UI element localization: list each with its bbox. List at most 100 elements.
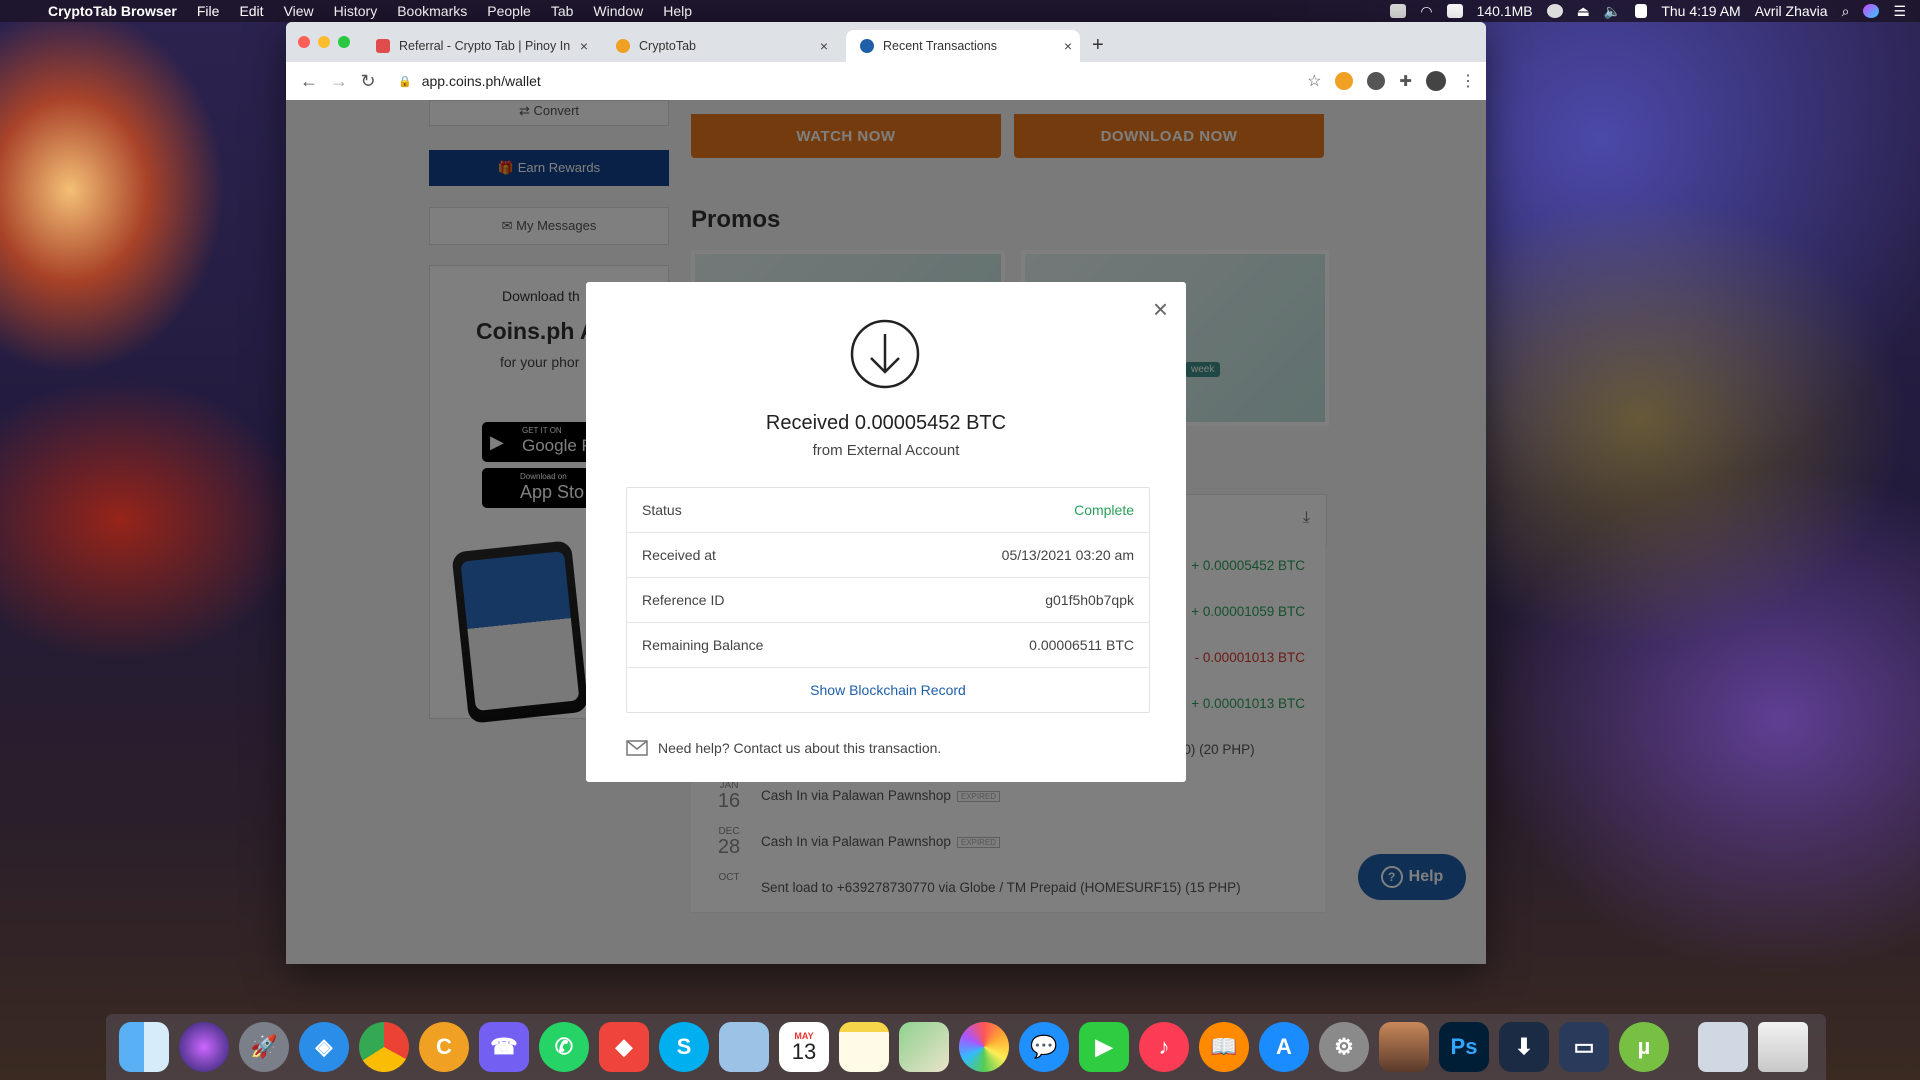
modal-subtitle: from External Account (812, 442, 960, 459)
detail-label: Remaining Balance (642, 637, 764, 653)
window-controls (298, 36, 350, 48)
detail-row-remaining-balance: Remaining Balance 0.00006511 BTC (627, 623, 1149, 668)
lock-icon: 🔒 (398, 75, 412, 88)
whatsapp-icon[interactable]: ✆ (539, 1022, 589, 1072)
messages-icon[interactable]: 💬 (1019, 1022, 1069, 1072)
wifi-icon[interactable]: ◠ (1420, 3, 1432, 20)
details-table: Status Complete Received at 05/13/2021 0… (626, 487, 1150, 713)
forward-icon[interactable]: → (330, 71, 348, 92)
extension-icon[interactable] (1367, 72, 1386, 90)
menu-tab[interactable]: Tab (541, 3, 584, 19)
menu-edit[interactable]: Edit (229, 3, 273, 19)
volume-icon[interactable]: 🔈 (1604, 3, 1621, 20)
books-icon[interactable]: 📖 (1199, 1022, 1249, 1072)
dock: 🚀 ◈ C ☎ ✆ ◆ S MAY 13 💬 ▶ ♪ 📖 A ⚙ Ps ⬇ ▭ … (106, 1014, 1826, 1080)
bookmark-star-icon[interactable]: ☆ (1307, 71, 1321, 91)
clock[interactable]: Thu 4:19 AM (1661, 3, 1740, 19)
menu-history[interactable]: History (324, 3, 388, 19)
launchpad-icon[interactable]: 🚀 (239, 1022, 289, 1072)
app-menu[interactable]: CryptoTab Browser (38, 3, 187, 19)
menu-people[interactable]: People (477, 3, 541, 19)
downloads-icon[interactable] (1698, 1022, 1748, 1072)
spotlight-icon[interactable]: ⌕ (1842, 3, 1850, 20)
detail-label: Reference ID (642, 592, 725, 608)
detail-value: 0.00006511 BTC (1029, 637, 1134, 653)
profile-avatar-icon[interactable] (1426, 71, 1446, 91)
close-modal-icon[interactable]: × (1153, 294, 1168, 325)
chrome-icon[interactable] (359, 1022, 409, 1072)
close-tab-icon[interactable]: × (820, 38, 836, 54)
browser-menu-icon[interactable]: ⋮ (1460, 71, 1476, 91)
photos-icon[interactable] (959, 1022, 1009, 1072)
cryptotab-icon[interactable]: C (419, 1022, 469, 1072)
user-name[interactable]: Avril Zhavia (1755, 3, 1828, 19)
detail-row-received-at: Received at 05/13/2021 03:20 am (627, 533, 1149, 578)
music-icon[interactable]: ♪ (1139, 1022, 1189, 1072)
menu-bar: CryptoTab Browser File Edit View History… (0, 0, 1920, 22)
browser-toolbar: ← → ↻ 🔒 app.coins.ph/wallet ☆ ✚ ⋮ (286, 62, 1486, 100)
notification-center-icon[interactable]: ☰ (1893, 3, 1906, 20)
display-icon[interactable] (1390, 4, 1407, 18)
tab-recent-transactions[interactable]: Recent Transactions × (846, 30, 1080, 62)
cryptotab-extension-icon[interactable] (1335, 72, 1354, 90)
tab-title: Referral - Crypto Tab | Pinoy In (399, 39, 571, 53)
extensions-puzzle-icon[interactable]: ✚ (1399, 72, 1412, 90)
input-source-icon[interactable] (1635, 4, 1648, 18)
menu-help[interactable]: Help (653, 3, 702, 19)
viber-icon[interactable]: ☎ (479, 1022, 529, 1072)
sourcetree-icon[interactable]: ⬇ (1499, 1022, 1549, 1072)
appstore-icon[interactable]: A (1259, 1022, 1309, 1072)
eject-icon[interactable]: ⏏ (1577, 3, 1590, 20)
utorrent-icon[interactable]: µ (1619, 1022, 1669, 1072)
menu-bookmarks[interactable]: Bookmarks (387, 3, 477, 19)
detail-row-status: Status Complete (627, 488, 1149, 533)
screen-icon[interactable]: ▭ (1559, 1022, 1609, 1072)
detail-value: g01f5h0b7qpk (1045, 592, 1134, 608)
photoshop-icon[interactable]: Ps (1439, 1022, 1489, 1072)
address-bar[interactable]: 🔒 app.coins.ph/wallet (398, 73, 541, 89)
zoom-window-button[interactable] (338, 36, 350, 48)
notes-icon[interactable] (839, 1022, 889, 1072)
finder-icon[interactable] (119, 1022, 169, 1072)
network-usage[interactable]: 140.1MB (1477, 3, 1533, 19)
facetime-icon[interactable]: ▶ (1079, 1022, 1129, 1072)
anydesk-icon[interactable]: ◆ (599, 1022, 649, 1072)
game-icon[interactable] (1379, 1022, 1429, 1072)
coins-ph-icon (860, 39, 874, 53)
modal-title: Received 0.00005452 BTC (765, 412, 1007, 434)
safari-icon[interactable]: ◈ (299, 1022, 349, 1072)
maps-icon[interactable] (899, 1022, 949, 1072)
transaction-details-modal: × Received 0.00005452 BTC from External … (586, 282, 1186, 782)
detail-row-reference-id: Reference ID g01f5h0b7qpk (627, 578, 1149, 623)
detail-label: Status (642, 502, 682, 518)
tab-title: Recent Transactions (883, 39, 997, 53)
menu-window[interactable]: Window (583, 3, 653, 19)
contact-help-link[interactable]: Need help? Contact us about this transac… (626, 740, 941, 756)
close-tab-icon[interactable]: × (580, 38, 596, 54)
detail-value: 05/13/2021 03:20 am (1001, 547, 1134, 563)
nvidia-icon[interactable] (1446, 4, 1463, 18)
system-preferences-icon[interactable]: ⚙ (1319, 1022, 1369, 1072)
preview-icon[interactable] (719, 1022, 769, 1072)
envelope-icon (626, 740, 648, 756)
reload-icon[interactable]: ↻ (360, 71, 376, 92)
calendar-icon[interactable]: MAY 13 (779, 1022, 829, 1072)
tab-referral[interactable]: Referral - Crypto Tab | Pinoy In × (376, 30, 596, 62)
close-window-button[interactable] (298, 36, 310, 48)
minimize-window-button[interactable] (318, 36, 330, 48)
siri-menu-icon[interactable] (1863, 4, 1880, 18)
detail-label: Received at (642, 547, 716, 563)
show-blockchain-record-link[interactable]: Show Blockchain Record (627, 668, 1149, 712)
skype-icon[interactable]: S (659, 1022, 709, 1072)
tab-cryptotab[interactable]: CryptoTab × (616, 30, 836, 62)
menu-view[interactable]: View (274, 3, 324, 19)
skype-tray-icon[interactable] (1546, 4, 1563, 18)
cryptotab-shield-icon (376, 39, 390, 53)
trash-icon[interactable] (1758, 1022, 1808, 1072)
siri-icon[interactable] (179, 1022, 229, 1072)
help-text: Need help? Contact us about this transac… (658, 740, 942, 756)
new-tab-button[interactable]: + (1092, 34, 1104, 57)
menu-file[interactable]: File (187, 3, 230, 19)
back-icon[interactable]: ← (300, 71, 318, 92)
close-tab-icon[interactable]: × (1064, 38, 1080, 54)
